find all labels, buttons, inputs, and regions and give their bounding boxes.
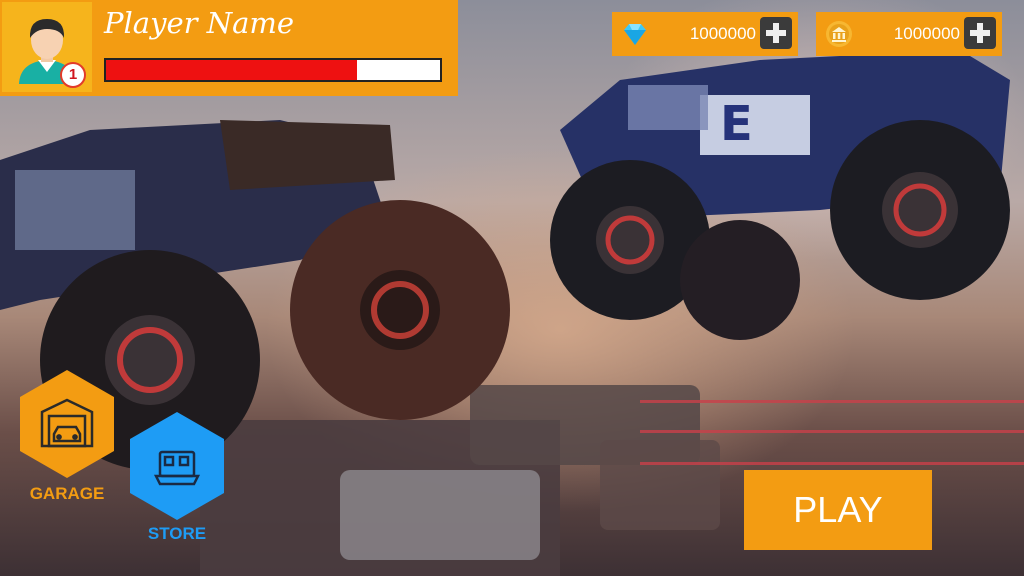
gem-icon <box>620 19 650 49</box>
svg-text:E: E <box>720 96 753 152</box>
store-button[interactable]: STORE <box>128 410 226 550</box>
coins-currency: 1000000 <box>816 12 1002 56</box>
xp-progress-fill <box>106 60 357 80</box>
player-profile-panel[interactable]: 1 Player Name <box>0 0 458 96</box>
store-label: STORE <box>147 524 207 543</box>
add-gems-button[interactable] <box>760 17 792 49</box>
plus-icon <box>766 23 786 43</box>
garage-label: GARAGE <box>29 484 105 503</box>
fence-rope <box>640 400 1024 403</box>
play-button[interactable]: PLAY <box>744 470 932 550</box>
player-name: Player Name <box>104 6 295 40</box>
coins-amount: 1000000 <box>893 24 960 43</box>
garage-hexagon <box>20 370 114 478</box>
gems-currency: 1000000 <box>612 12 798 56</box>
avatar[interactable]: 1 <box>2 2 92 92</box>
garage-button[interactable]: GARAGE <box>18 368 116 508</box>
plus-icon <box>970 23 990 43</box>
fence-rope <box>640 462 1024 465</box>
coin-icon <box>824 19 854 49</box>
gems-amount: 1000000 <box>689 24 756 43</box>
fence-rope <box>640 430 1024 433</box>
xp-progress-bar <box>104 58 442 82</box>
store-hexagon <box>130 412 224 520</box>
player-level-badge: 1 <box>60 62 86 88</box>
add-coins-button[interactable] <box>964 17 996 49</box>
